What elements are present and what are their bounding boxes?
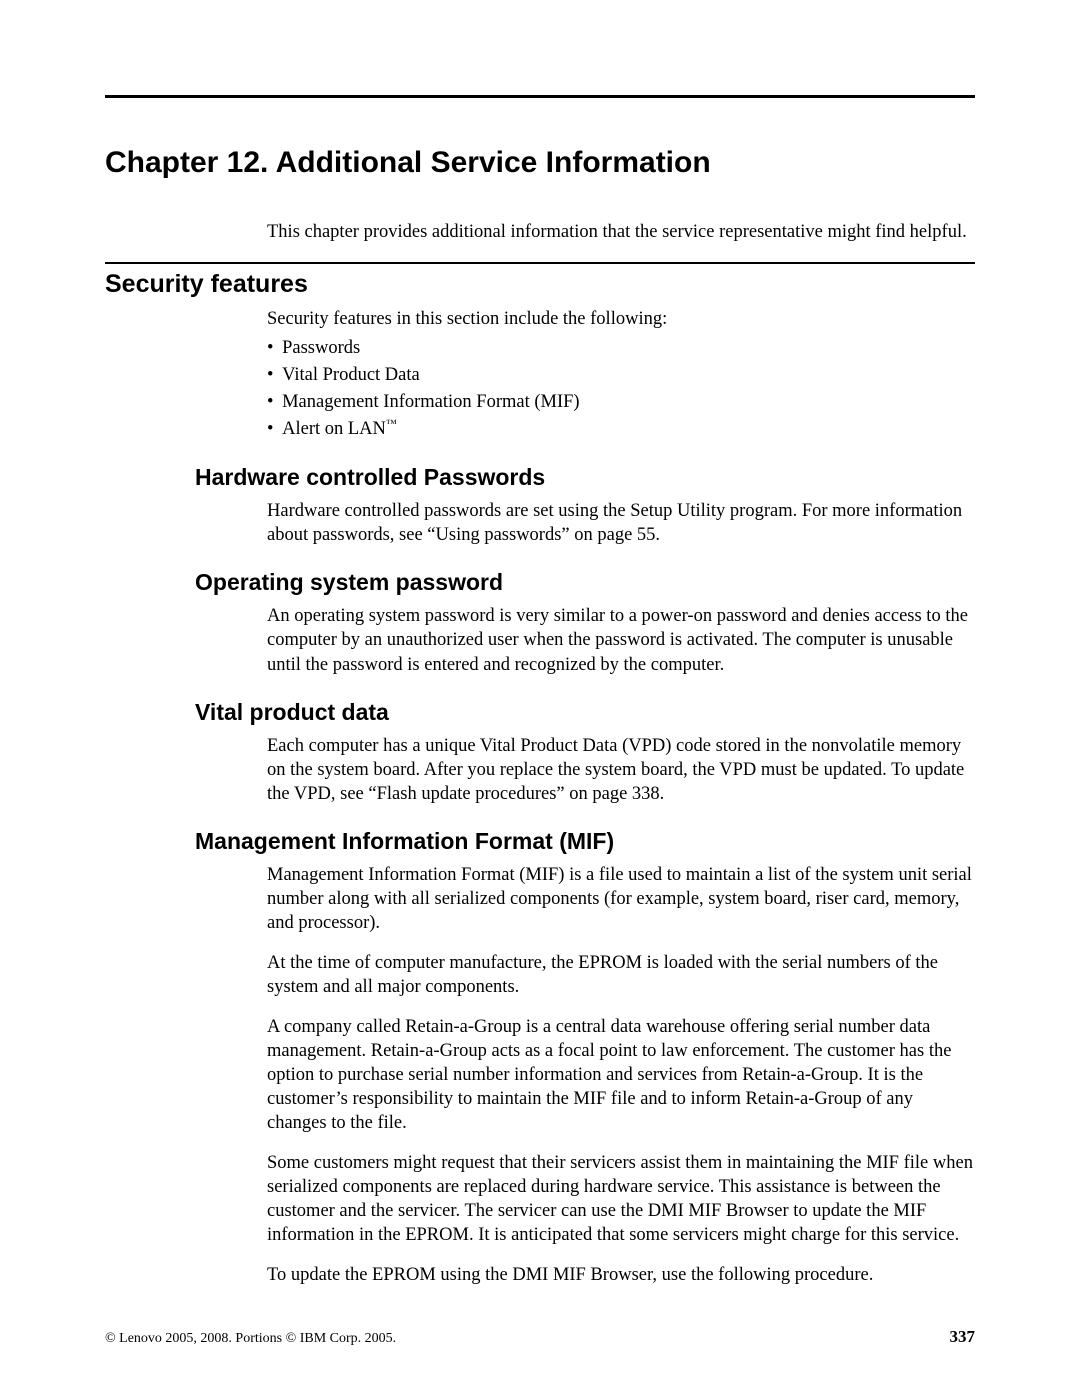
security-intro: Security features in this section includ…	[267, 307, 975, 331]
mif-para-2: At the time of computer manufacture, the…	[267, 951, 975, 999]
footer-copyright: © Lenovo 2005, 2008. Portions © IBM Corp…	[105, 1331, 396, 1347]
list-item-text: Alert on LAN	[282, 419, 386, 439]
security-bullet-list: Passwords Vital Product Data Management …	[267, 335, 975, 442]
top-rule	[105, 95, 975, 98]
list-item: Management Information Format (MIF)	[267, 389, 975, 416]
list-item: Passwords	[267, 335, 975, 362]
heading-mif: Management Information Format (MIF)	[195, 828, 975, 855]
section-rule	[105, 262, 975, 264]
hardware-passwords-para: Hardware controlled passwords are set us…	[267, 499, 975, 547]
chapter-title: Chapter 12. Additional Service Informati…	[105, 146, 975, 180]
page-footer: © Lenovo 2005, 2008. Portions © IBM Corp…	[105, 1327, 975, 1347]
vpd-para: Each computer has a unique Vital Product…	[267, 734, 975, 806]
mif-para-1: Management Information Format (MIF) is a…	[267, 863, 975, 935]
heading-vital-product-data: Vital product data	[195, 699, 975, 726]
mif-para-5: To update the EPROM using the DMI MIF Br…	[267, 1263, 975, 1287]
footer-page-number: 337	[950, 1327, 976, 1347]
chapter-intro: This chapter provides additional informa…	[267, 220, 975, 244]
os-password-para: An operating system password is very sim…	[267, 604, 975, 676]
heading-os-password: Operating system password	[195, 569, 975, 596]
mif-para-4: Some customers might request that their …	[267, 1151, 975, 1247]
heading-security-features: Security features	[105, 270, 975, 299]
list-item: Alert on LAN™	[267, 416, 975, 443]
trademark-symbol: ™	[386, 417, 397, 429]
list-item: Vital Product Data	[267, 362, 975, 389]
mif-para-3: A company called Retain-a-Group is a cen…	[267, 1015, 975, 1135]
heading-hardware-passwords: Hardware controlled Passwords	[195, 464, 975, 491]
